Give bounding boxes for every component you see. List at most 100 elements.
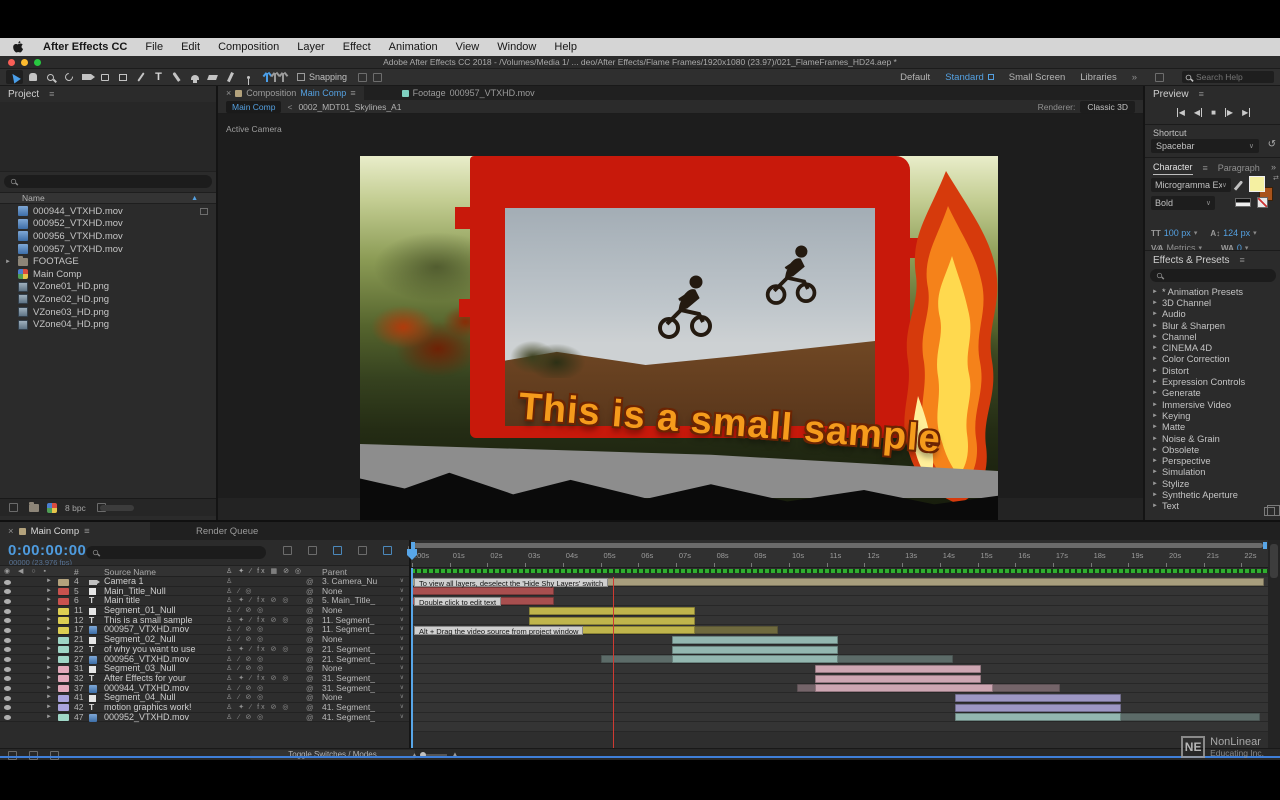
expander-icon[interactable]: ► — [1152, 323, 1158, 329]
layer-switches[interactable]: ♙ ✦ ∕ fx ⊘ ◎ — [226, 596, 290, 606]
layer-bar[interactable] — [815, 684, 992, 692]
expand-transfer-controls-icon[interactable] — [29, 751, 38, 760]
no-fill-icon[interactable] — [1257, 197, 1268, 208]
expander-icon[interactable]: ► — [46, 596, 52, 606]
clone-stamp-tool[interactable] — [186, 70, 203, 84]
eye-icon[interactable] — [4, 676, 11, 681]
graph-editor-icon[interactable] — [383, 546, 392, 555]
expander-icon[interactable]: ► — [1152, 402, 1158, 408]
expander-icon[interactable]: ► — [1152, 424, 1158, 430]
current-time-indicator-line[interactable] — [411, 568, 413, 748]
eyedropper-icon[interactable] — [1234, 180, 1243, 190]
layer-bar[interactable] — [955, 713, 1121, 721]
font-family-select[interactable]: Microgramma Ext... ∨ — [1151, 178, 1231, 192]
expand-in-out-icon[interactable] — [50, 751, 59, 760]
hand-tool[interactable] — [24, 70, 41, 84]
new-comp-icon[interactable] — [47, 503, 57, 513]
eye-icon[interactable] — [4, 686, 11, 691]
layer-bar[interactable] — [412, 587, 554, 595]
layer-switches[interactable]: ♙ — [226, 577, 234, 587]
new-folder-icon[interactable] — [29, 504, 39, 512]
pen-tool[interactable] — [132, 70, 149, 84]
hide-shy-layers-icon[interactable] — [308, 546, 317, 555]
menu-after-effects-cc[interactable]: After Effects CC — [34, 41, 136, 53]
stop-button[interactable]: ■ — [1211, 108, 1216, 117]
apple-icon[interactable] — [12, 41, 24, 53]
bit-depth-button[interactable]: 8 bpc — [65, 503, 86, 513]
parent-link-icon[interactable]: @ — [306, 616, 314, 626]
expander-icon[interactable]: ► — [46, 645, 52, 655]
project-item-mov[interactable]: 000952_VTXHD.mov — [0, 218, 216, 231]
expander-icon[interactable]: ► — [1152, 334, 1158, 340]
effects-category[interactable]: ►Synthetic Aperture — [1145, 489, 1280, 500]
parent-link-icon[interactable]: @ — [306, 606, 314, 616]
label-color-chip[interactable] — [58, 714, 69, 721]
world-axis-icon[interactable] — [274, 73, 276, 82]
type-tool[interactable]: T — [150, 70, 167, 84]
project-item-mov[interactable]: 000956_VTXHD.mov — [0, 230, 216, 243]
layer-lane[interactable] — [411, 722, 1280, 732]
workspace-default[interactable]: Default — [900, 72, 930, 83]
shape-tool[interactable] — [114, 70, 131, 84]
eye-icon[interactable] — [4, 609, 11, 614]
layer-switches[interactable]: ♙ ∕ ⊘ ◎ — [226, 664, 265, 674]
parent-link-icon[interactable]: @ — [306, 674, 314, 684]
label-color-chip[interactable] — [58, 579, 69, 586]
layer-row[interactable]: ►4Camera 1♙@3. Camera_Nu∨ — [0, 577, 410, 587]
effects-category[interactable]: ►Noise & Grain — [1145, 433, 1280, 444]
overflow-icon[interactable]: » — [1132, 72, 1137, 83]
eye-icon[interactable] — [4, 599, 11, 604]
panel-menu-icon[interactable]: ≡ — [350, 88, 355, 98]
parent-link-icon[interactable]: @ — [306, 625, 314, 635]
eye-icon[interactable] — [4, 638, 11, 643]
layer-bar[interactable] — [815, 675, 981, 683]
tab-composition-main-comp[interactable]: × Composition Main Comp ≡ — [218, 86, 364, 100]
layer-switches[interactable]: ♙ ∕ ⊘ ◎ — [226, 713, 265, 723]
project-name-column-header[interactable]: Name ▲ — [0, 192, 216, 204]
expander-icon[interactable]: ► — [46, 664, 52, 674]
layer-switches[interactable]: ♙ ∕ ⊘ ◎ — [226, 625, 265, 635]
sort-asc-icon[interactable]: ▲ — [191, 195, 198, 202]
layer-lane[interactable] — [411, 616, 1280, 626]
folder-expander-icon[interactable]: ► — [5, 259, 11, 265]
project-tab[interactable]: Project — [8, 89, 39, 100]
last-frame-button[interactable]: ▶ — [1242, 108, 1250, 117]
menu-layer[interactable]: Layer — [288, 41, 334, 53]
expander-icon[interactable]: ► — [1152, 379, 1158, 385]
close-icon[interactable]: × — [226, 88, 231, 98]
expander-icon[interactable]: ► — [1152, 345, 1158, 351]
expander-icon[interactable]: ► — [46, 674, 52, 684]
tab-render-queue[interactable]: Render Queue — [196, 522, 258, 540]
layer-lane[interactable] — [411, 664, 1280, 674]
layer-name[interactable]: 000952_VTXHD.mov — [104, 713, 189, 723]
label-color-chip[interactable] — [58, 588, 69, 595]
expander-icon[interactable]: ► — [1152, 311, 1158, 317]
project-search[interactable] — [4, 175, 212, 188]
parent-link-icon[interactable]: @ — [306, 635, 314, 645]
eye-icon[interactable] — [4, 589, 11, 594]
menu-view[interactable]: View — [447, 41, 489, 53]
parent-link-icon[interactable]: @ — [306, 577, 314, 587]
renderer-button[interactable]: Classic 3D — [1080, 101, 1135, 113]
effects-category[interactable]: ►Audio — [1145, 309, 1280, 320]
expander-icon[interactable]: ► — [46, 606, 52, 616]
parent-link-icon[interactable]: @ — [306, 645, 314, 655]
menu-effect[interactable]: Effect — [334, 41, 380, 53]
expander-icon[interactable]: ► — [46, 587, 52, 597]
parent-link-icon[interactable]: @ — [306, 596, 314, 606]
eye-icon[interactable] — [4, 696, 11, 701]
eye-icon[interactable] — [4, 628, 11, 633]
toggle-switches-modes-button[interactable]: Toggle Switches / Modes — [250, 750, 415, 760]
expander-icon[interactable]: ► — [1152, 481, 1158, 487]
font-style-select[interactable]: Bold ∨ — [1151, 196, 1215, 210]
effects-category[interactable]: ►Blur & Sharpen — [1145, 320, 1280, 331]
timeline-timecode[interactable]: 0:00:00:00 — [8, 542, 86, 559]
shortcut-select[interactable]: Spacebar∨ — [1151, 139, 1259, 153]
eye-icon[interactable] — [4, 667, 11, 672]
expander-icon[interactable]: ► — [1152, 458, 1158, 464]
label-color-chip[interactable] — [58, 617, 69, 624]
menu-animation[interactable]: Animation — [380, 41, 447, 53]
expander-icon[interactable]: ► — [1152, 469, 1158, 475]
selection-tool[interactable] — [6, 70, 23, 84]
parent-select[interactable]: 41. Segment_∨ — [322, 713, 406, 723]
